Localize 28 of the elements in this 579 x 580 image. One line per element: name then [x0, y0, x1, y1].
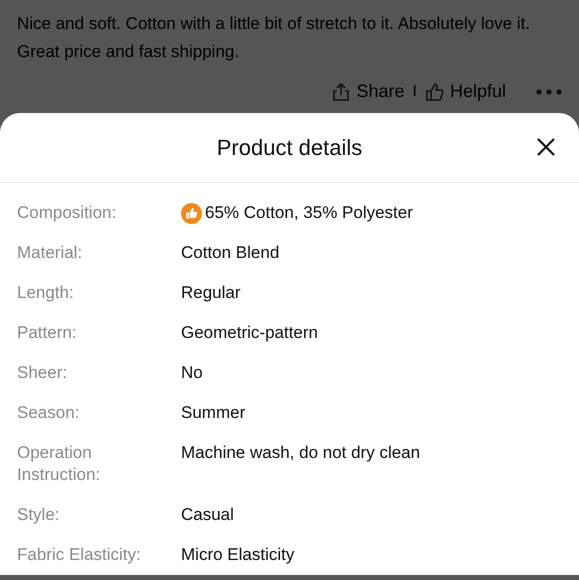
detail-label: Length:: [17, 282, 75, 304]
detail-label: Season:: [17, 402, 80, 424]
share-button[interactable]: Share: [331, 81, 405, 102]
close-icon: [536, 137, 556, 157]
detail-label: Fabric Elasticity:: [17, 544, 142, 566]
thumbs-up-icon: [424, 82, 445, 102]
separator: I: [412, 82, 417, 100]
detail-value: Cotton Blend: [181, 242, 280, 264]
close-button[interactable]: [536, 137, 556, 157]
detail-label: Style:: [17, 504, 61, 526]
detail-label: Operation Instruction:: [17, 442, 102, 486]
detail-value: Summer: [181, 402, 246, 424]
detail-value: Regular: [181, 282, 241, 304]
detail-value: Micro Elasticity: [181, 544, 294, 566]
detail-value: Machine wash, do not dry clean: [181, 442, 420, 464]
detail-value: Casual: [181, 504, 234, 526]
review-text: Nice and soft. Cotton with a little bit of stretch to it. Absolutely love it. Great price and fast shipping.: [17, 13, 532, 63]
share-icon: [331, 82, 352, 102]
detail-label: Composition:: [17, 202, 118, 224]
sheet-title: Product details: [216, 134, 362, 160]
more-icon: [536, 88, 562, 94]
detail-value: 65% Cotton, 35% Polyester: [205, 202, 413, 224]
detail-value: Geometric-pattern: [181, 322, 318, 344]
helpful-button[interactable]: Helpful: [424, 81, 506, 102]
detail-label: Pattern:: [17, 322, 78, 344]
detail-label: Material:: [17, 242, 84, 264]
detail-value: No: [181, 362, 203, 384]
detail-label: Sheer:: [17, 362, 68, 384]
